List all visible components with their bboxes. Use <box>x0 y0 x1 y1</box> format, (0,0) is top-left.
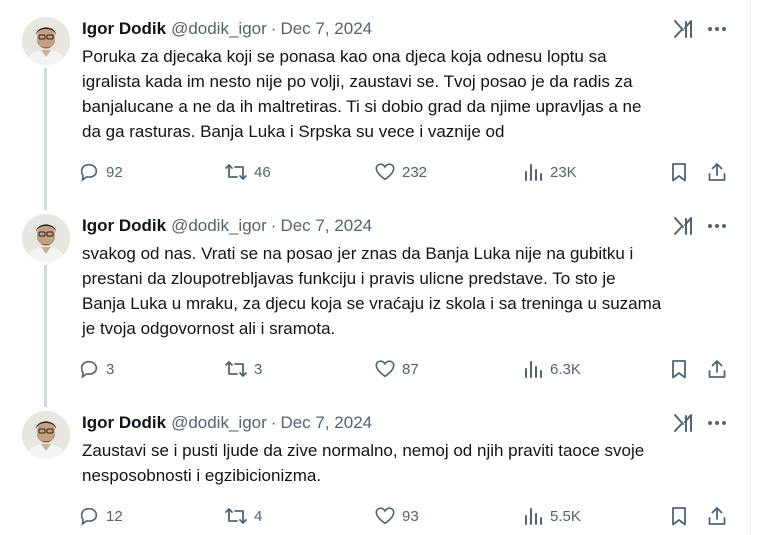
views-count: 6.3K <box>550 360 581 378</box>
repost-button[interactable]: 46 <box>224 157 271 187</box>
grok-icon[interactable] <box>672 412 694 434</box>
reply-count: 12 <box>106 507 123 525</box>
like-button[interactable]: 93 <box>374 501 419 531</box>
reply-count: 3 <box>106 360 115 378</box>
tweet-text: svakog od nas. Vrati se na posao jer zna… <box>82 244 662 338</box>
author-name[interactable]: Igor Dodik <box>82 19 166 38</box>
bookmark-icon <box>672 163 686 182</box>
tweet-header: Igor Dodik @dodik_igor · Dec 7, 2024 <box>82 18 372 40</box>
author-name[interactable]: Igor Dodik <box>82 413 166 432</box>
tweet-text: Zaustavi se i pusti ljude da zive normal… <box>82 441 645 485</box>
tweet-text: Poruka za djecaka koji se ponasa kao ona… <box>82 47 642 141</box>
more-icon[interactable] <box>704 412 730 434</box>
like-count: 87 <box>402 360 419 378</box>
views-icon <box>525 164 542 181</box>
separator: · <box>270 413 277 432</box>
tweet-actions: 92 46 232 23K <box>78 157 738 187</box>
reply-button[interactable]: 12 <box>78 501 123 531</box>
reply-icon <box>80 163 98 182</box>
author-handle[interactable]: @dodik_igor <box>171 19 267 38</box>
views-button[interactable]: 6.3K <box>522 354 581 384</box>
tweet[interactable]: Igor Dodik @dodik_igor · Dec 7, 2024 Poruka… <box>0 14 750 194</box>
grok-icon[interactable] <box>672 215 694 237</box>
like-count: 232 <box>402 163 428 181</box>
reply-button[interactable]: 92 <box>78 157 123 187</box>
separator: · <box>270 216 277 235</box>
tweet-date[interactable]: Dec 7, 2024 <box>280 413 372 432</box>
like-icon <box>375 360 395 378</box>
share-button[interactable] <box>706 501 728 531</box>
share-button[interactable] <box>706 354 728 384</box>
repost-button[interactable]: 3 <box>224 354 262 384</box>
tweet-header: Igor Dodik @dodik_igor · Dec 7, 2024 <box>82 215 372 237</box>
reply-icon <box>80 507 98 526</box>
tweet-header: Igor Dodik @dodik_igor · Dec 7, 2024 <box>82 412 372 434</box>
tweet-actions: 12 4 93 5.5K <box>78 501 738 531</box>
reply-icon <box>80 360 98 379</box>
author-handle[interactable]: @dodik_igor <box>171 216 267 235</box>
views-icon <box>525 508 542 525</box>
share-button[interactable] <box>706 157 728 187</box>
bookmark-button[interactable] <box>668 157 690 187</box>
views-count: 23K <box>550 163 577 181</box>
avatar-image <box>22 214 70 262</box>
repost-icon <box>225 508 247 524</box>
avatar[interactable] <box>22 214 70 262</box>
timeline-thread: Igor Dodik @dodik_igor · Dec 7, 2024 Poruka… <box>0 0 751 535</box>
tweet[interactable]: Igor Dodik @dodik_igor · Dec 7, 2024 svakog… <box>0 211 750 391</box>
grok-icon[interactable] <box>672 18 694 40</box>
repost-icon <box>225 164 247 180</box>
avatar[interactable] <box>22 411 70 459</box>
avatar-image <box>22 17 70 65</box>
share-icon <box>708 163 726 181</box>
repost-count: 3 <box>254 360 263 378</box>
like-icon <box>375 507 395 525</box>
repost-count: 46 <box>254 163 271 181</box>
share-icon <box>708 507 726 525</box>
repost-button[interactable]: 4 <box>224 501 262 531</box>
avatar[interactable] <box>22 17 70 65</box>
views-button[interactable]: 5.5K <box>522 501 581 531</box>
like-icon <box>375 163 395 181</box>
like-count: 93 <box>402 507 419 525</box>
tweet-date[interactable]: Dec 7, 2024 <box>280 19 372 38</box>
like-button[interactable]: 232 <box>374 157 427 187</box>
bookmark-icon <box>672 360 686 379</box>
bookmark-button[interactable] <box>668 354 690 384</box>
avatar-image <box>22 411 70 459</box>
author-handle[interactable]: @dodik_igor <box>171 413 267 432</box>
reply-button[interactable]: 3 <box>78 354 114 384</box>
views-icon <box>525 361 542 378</box>
author-name[interactable]: Igor Dodik <box>82 216 166 235</box>
tweet-date[interactable]: Dec 7, 2024 <box>280 216 372 235</box>
repost-icon <box>225 361 247 377</box>
views-button[interactable]: 23K <box>522 157 577 187</box>
reply-count: 92 <box>106 163 123 181</box>
tweet[interactable]: Igor Dodik @dodik_igor · Dec 7, 2024 Zausta… <box>0 408 750 535</box>
bookmark-button[interactable] <box>668 501 690 531</box>
repost-count: 4 <box>254 507 263 525</box>
separator: · <box>270 19 277 38</box>
like-button[interactable]: 87 <box>374 354 419 384</box>
share-icon <box>708 360 726 378</box>
more-icon[interactable] <box>704 18 730 40</box>
views-count: 5.5K <box>550 507 581 525</box>
bookmark-icon <box>672 507 686 526</box>
tweet-actions: 3 3 87 6.3K <box>78 354 738 384</box>
more-icon[interactable] <box>704 215 730 237</box>
